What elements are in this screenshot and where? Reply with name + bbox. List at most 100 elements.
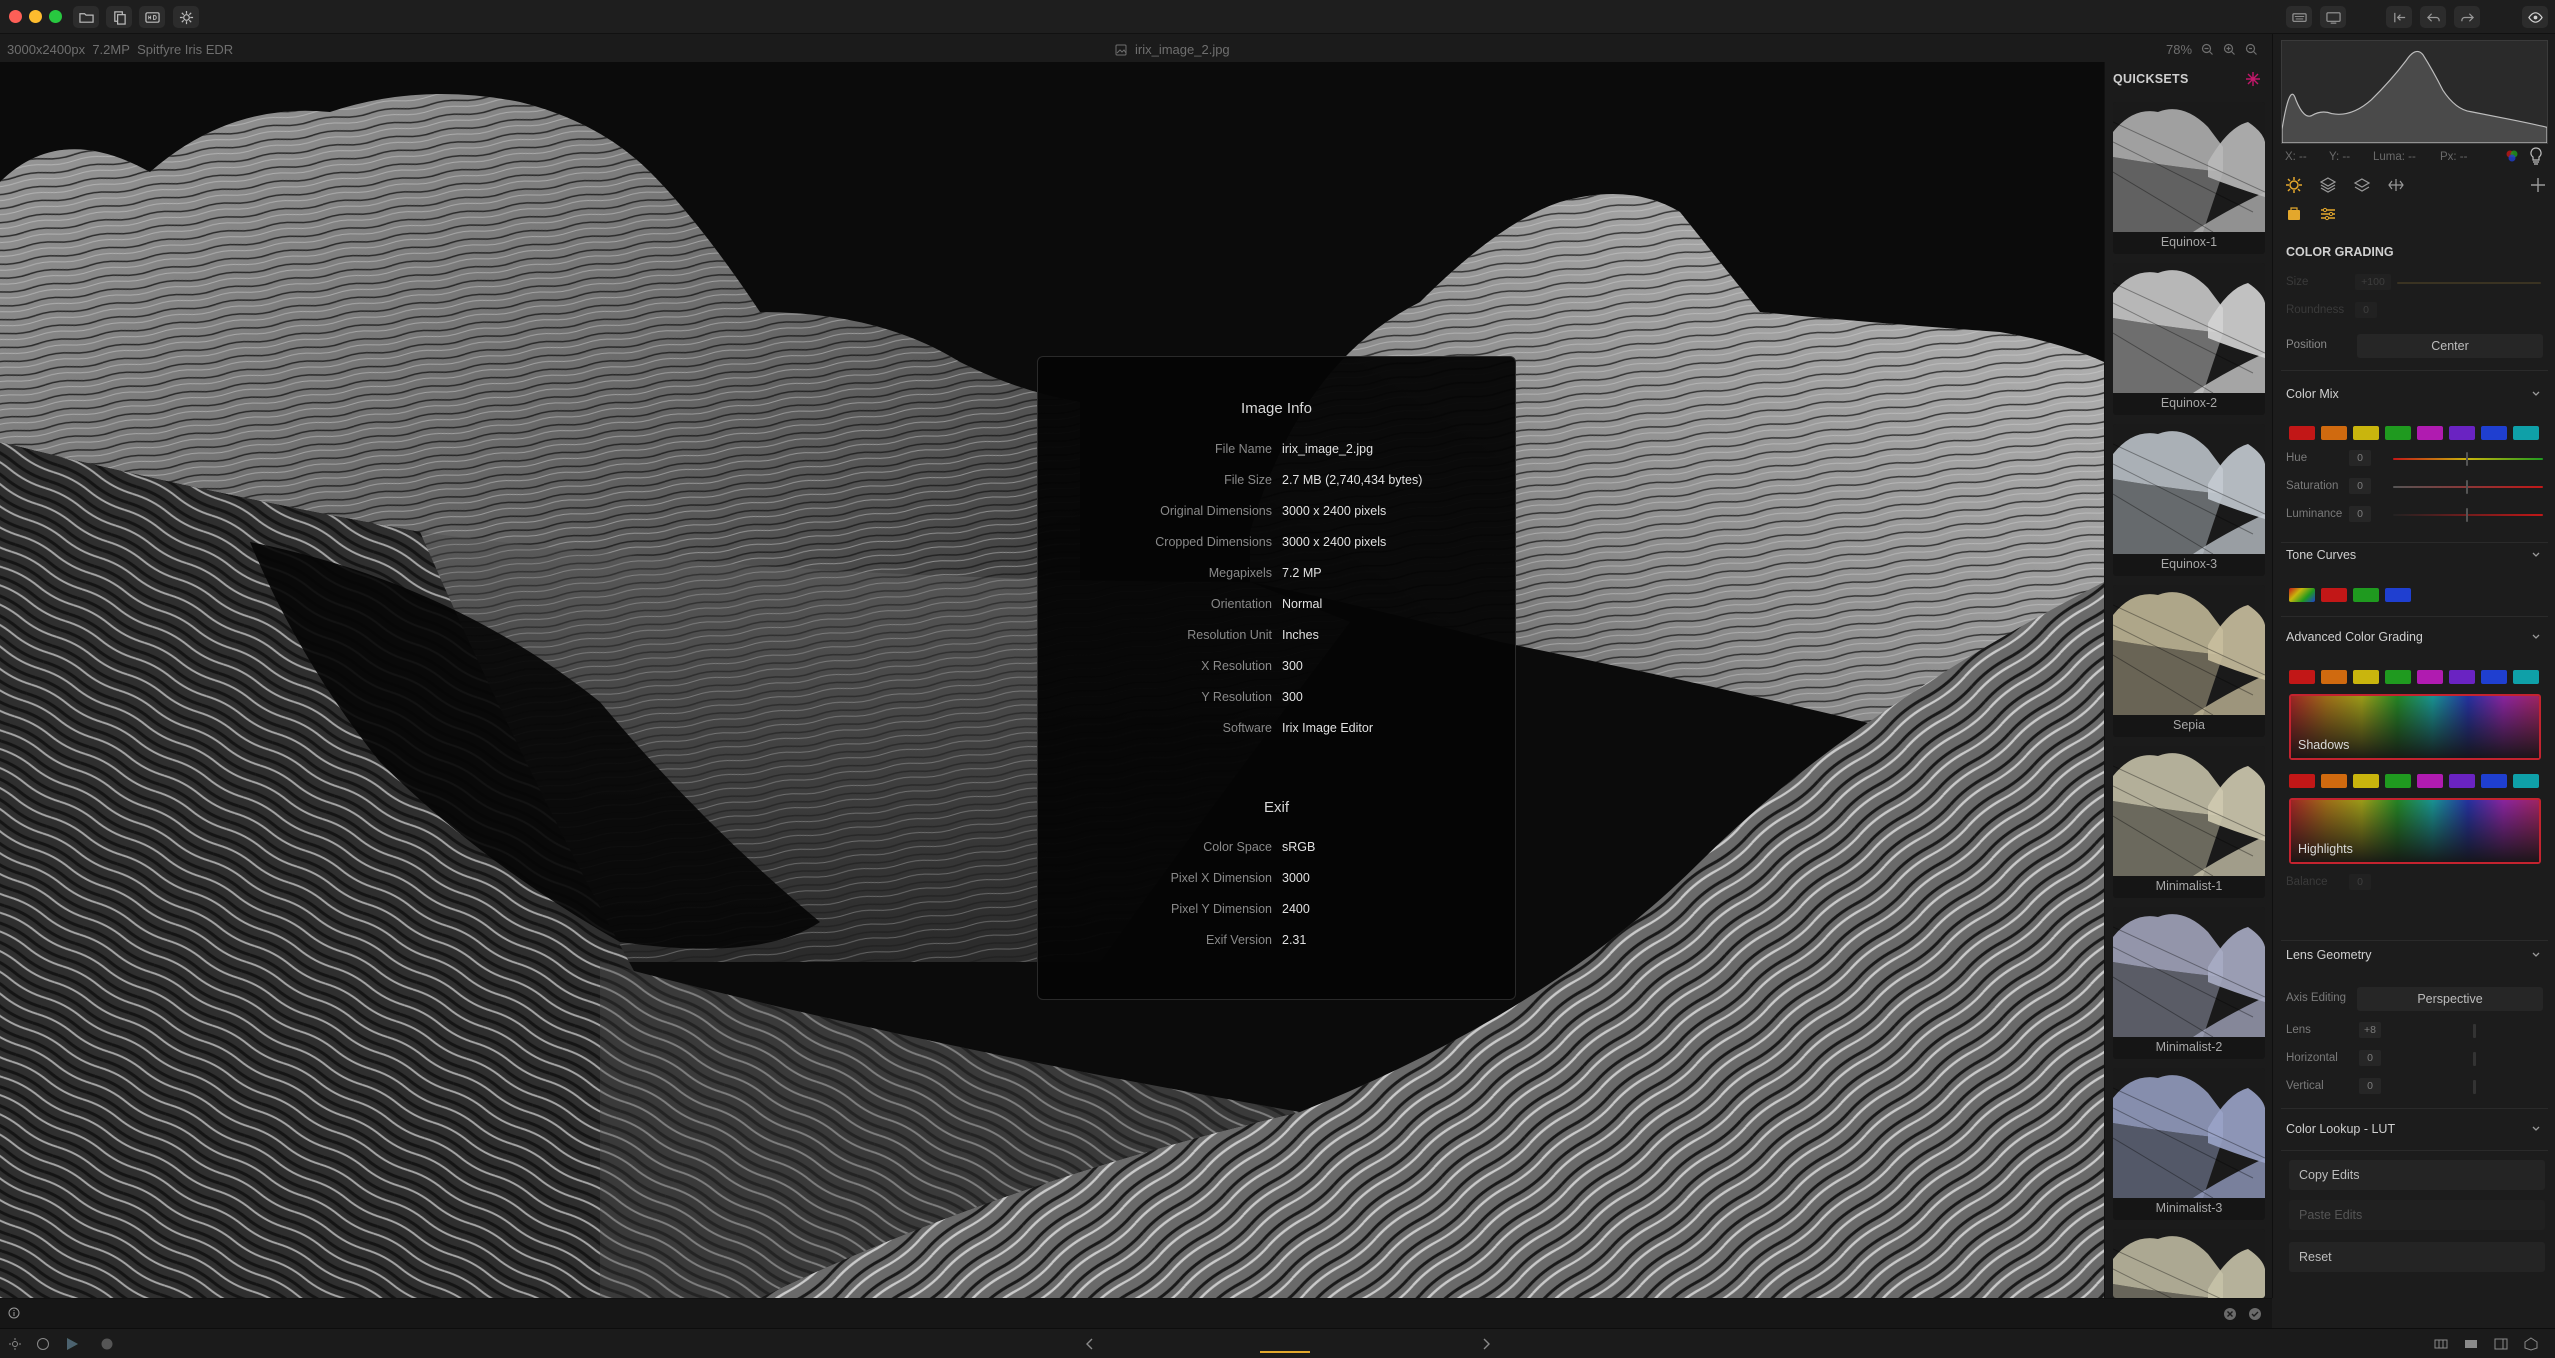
sparkle-icon[interactable] [2243, 70, 2263, 88]
color-mix-swatch[interactable] [2417, 426, 2443, 440]
transform-icon[interactable] [2387, 176, 2405, 194]
stack-icon[interactable] [2353, 176, 2371, 194]
channel-rgb-icon[interactable] [2505, 149, 2519, 163]
copy-button[interactable] [106, 6, 132, 28]
lens-value[interactable]: +8 [2359, 1022, 2381, 1038]
sliders-icon[interactable] [2319, 205, 2337, 223]
saturation-slider[interactable] [2393, 486, 2543, 488]
highlights-swatch[interactable] [2481, 774, 2507, 788]
shadows-color-wheel[interactable]: Shadows [2289, 694, 2541, 760]
quickset-thumbnail[interactable]: Equinox-2 [2113, 263, 2265, 415]
color-mix-swatch[interactable] [2481, 426, 2507, 440]
undo-button[interactable] [2420, 6, 2446, 28]
zoom-out-icon[interactable] [2201, 43, 2214, 56]
info-icon[interactable] [8, 1307, 20, 1319]
revert-button[interactable] [2386, 6, 2412, 28]
lightbulb-icon[interactable] [2528, 147, 2544, 165]
vertical-slider-handle[interactable] [2473, 1080, 2476, 1094]
balance-value[interactable]: 0 [2349, 874, 2371, 890]
chevron-down-icon[interactable] [2531, 389, 2541, 399]
highlights-swatch[interactable] [2513, 774, 2539, 788]
luminance-value[interactable]: 0 [2349, 506, 2371, 522]
filmstrip-view-icon[interactable] [2434, 1337, 2448, 1351]
play-icon[interactable] [64, 1336, 80, 1352]
add-icon[interactable] [2529, 176, 2547, 194]
tone-curve-channel-swatch[interactable] [2385, 588, 2411, 602]
image-canvas[interactable]: Image Info File Name irix_image_2.jpg Fil… [0, 62, 2104, 1298]
color-mix-swatch[interactable] [2321, 426, 2347, 440]
hue-value[interactable]: 0 [2349, 450, 2371, 466]
advanced-color-grading-title[interactable]: Advanced Color Grading [2286, 630, 2423, 644]
filter-icon[interactable] [100, 1337, 114, 1351]
reset-button[interactable]: Reset [2289, 1242, 2545, 1272]
shadows-swatch[interactable] [2417, 670, 2443, 684]
shadows-swatch[interactable] [2449, 670, 2475, 684]
chevron-down-icon[interactable] [2531, 1124, 2541, 1134]
color-mix-title[interactable]: Color Mix [2286, 387, 2339, 401]
zoom-window-button[interactable] [49, 10, 62, 23]
chevron-down-icon[interactable] [2531, 632, 2541, 642]
size-value[interactable]: +100 [2355, 274, 2391, 290]
quickset-thumbnail[interactable]: Minimalist-3 [2113, 1068, 2265, 1220]
compare-view-button[interactable] [2286, 6, 2312, 28]
saturation-value[interactable]: 0 [2349, 478, 2371, 494]
roundness-value[interactable]: 0 [2355, 302, 2377, 318]
shadows-swatch[interactable] [2513, 670, 2539, 684]
zoom-fit-icon[interactable] [2245, 43, 2258, 56]
horizontal-slider-handle[interactable] [2473, 1052, 2476, 1066]
hue-slider[interactable] [2393, 458, 2543, 460]
paste-edits-button[interactable]: Paste Edits [2289, 1200, 2545, 1230]
position-dropdown[interactable]: Center [2357, 334, 2543, 358]
quickset-thumbnail[interactable] [2113, 1229, 2265, 1298]
highlights-swatch[interactable] [2417, 774, 2443, 788]
highlights-swatch[interactable] [2385, 774, 2411, 788]
chevron-down-icon[interactable] [2531, 550, 2541, 560]
previous-image-icon[interactable] [1084, 1337, 1094, 1351]
lens-slider-handle[interactable] [2473, 1024, 2476, 1038]
zoom-in-icon[interactable] [2223, 43, 2236, 56]
hue-slider-handle[interactable] [2466, 452, 2468, 466]
chevron-down-icon[interactable] [2531, 950, 2541, 960]
open-folder-button[interactable] [73, 6, 99, 28]
redo-button[interactable] [2454, 6, 2480, 28]
quickset-thumbnail[interactable]: Equinox-1 [2113, 102, 2265, 254]
shadows-swatch[interactable] [2481, 670, 2507, 684]
tone-curves-title[interactable]: Tone Curves [2286, 548, 2356, 562]
axis-editing-dropdown[interactable]: Perspective [2357, 987, 2543, 1011]
highlights-swatch[interactable] [2353, 774, 2379, 788]
highlights-swatch[interactable] [2321, 774, 2347, 788]
inspector-icon[interactable] [2524, 1337, 2538, 1351]
luminance-slider[interactable] [2393, 514, 2543, 516]
minimize-window-button[interactable] [29, 10, 42, 23]
quickset-thumbnail[interactable]: Minimalist-2 [2113, 907, 2265, 1059]
quickset-thumbnail[interactable]: Minimalist-1 [2113, 746, 2265, 898]
size-slider[interactable] [2397, 282, 2541, 284]
single-view-icon[interactable] [2464, 1337, 2478, 1351]
layers-icon[interactable] [2319, 176, 2337, 194]
sidebar-toggle-icon[interactable] [2494, 1337, 2508, 1351]
luminance-slider-handle[interactable] [2466, 508, 2468, 522]
color-mix-swatch[interactable] [2289, 426, 2315, 440]
close-window-button[interactable] [9, 10, 22, 23]
settings-button[interactable] [173, 6, 199, 28]
next-image-icon[interactable] [1482, 1337, 1492, 1351]
shadows-swatch[interactable] [2385, 670, 2411, 684]
gallery-icon[interactable] [36, 1337, 50, 1351]
saturation-slider-handle[interactable] [2466, 480, 2468, 494]
shadows-swatch[interactable] [2353, 670, 2379, 684]
color-mix-swatch[interactable] [2513, 426, 2539, 440]
quickset-thumbnail[interactable]: Equinox-3 [2113, 424, 2265, 576]
copy-edits-button[interactable]: Copy Edits [2289, 1160, 2545, 1190]
highlights-swatch[interactable] [2289, 774, 2315, 788]
quickset-thumbnail[interactable]: Sepia [2113, 585, 2265, 737]
check-circle-icon[interactable] [2248, 1307, 2262, 1321]
tone-curve-channel-swatch[interactable] [2321, 588, 2347, 602]
tone-curve-channel-swatch[interactable] [2353, 588, 2379, 602]
presets-icon[interactable] [2285, 205, 2303, 223]
color-mix-swatch[interactable] [2353, 426, 2379, 440]
settings-small-icon[interactable] [8, 1337, 22, 1351]
preview-toggle-button[interactable] [2522, 6, 2548, 28]
adjust-tools-icon[interactable] [2285, 176, 2303, 194]
color-mix-swatch[interactable] [2449, 426, 2475, 440]
highlights-swatch[interactable] [2449, 774, 2475, 788]
